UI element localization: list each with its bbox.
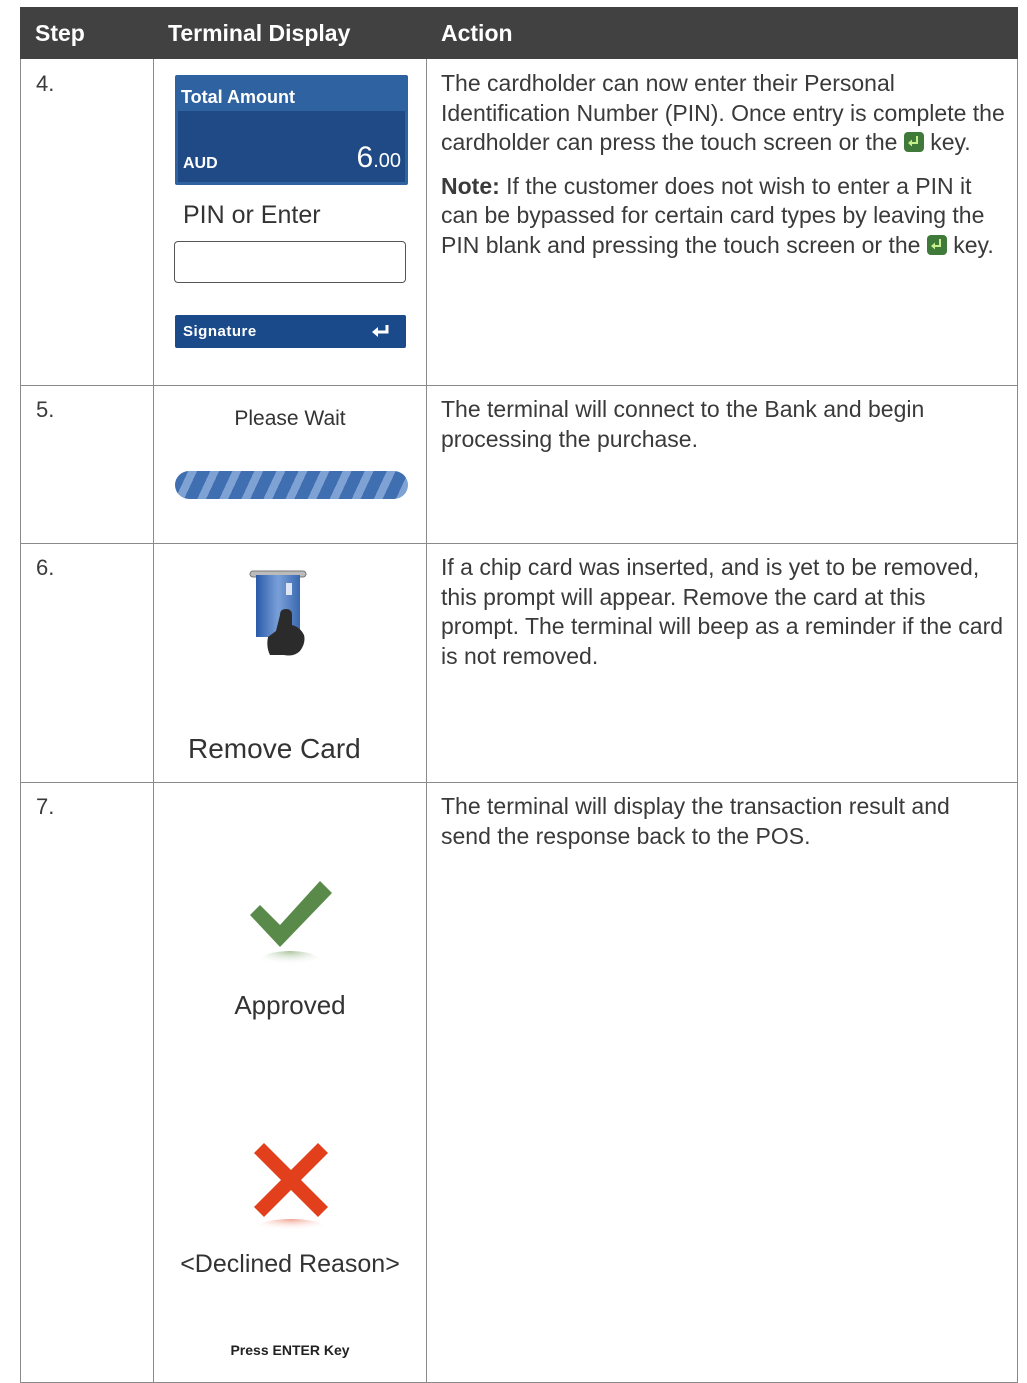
table-row-step-5: 5. Please Wait The terminal will connect… (20, 385, 1018, 544)
table-row-step-6: 6. Remove Card If a chip card was insert… (20, 543, 1018, 783)
progress-bar (175, 471, 408, 499)
step-number: 4. (36, 71, 55, 96)
step-number: 5. (36, 397, 55, 422)
action-text: If a chip card was inserted, and is yet … (441, 554, 1004, 669)
remove-card-icon (249, 570, 307, 656)
enter-arrow-icon (372, 325, 389, 337)
step-cell: 4. (21, 59, 154, 385)
terminal-display-cell: Total Amount AUD 6.00 PIN or Enter Signa… (154, 59, 427, 385)
action-text: The terminal will display the transactio… (441, 793, 950, 849)
enter-key-icon (926, 234, 947, 255)
step-cell: 6. (21, 543, 154, 782)
table-row-step-7: 7. Approved <Declined Reason> Press ENTE… (20, 782, 1018, 1383)
currency-label: AUD (183, 155, 218, 172)
step-cell: 7. (21, 782, 154, 1382)
signature-button[interactable]: Signature (175, 315, 406, 348)
pin-input[interactable] (174, 241, 406, 283)
terminal-display-cell: Approved <Declined Reason> Press ENTER K… (154, 782, 427, 1382)
table-header: Step Terminal Display Action (20, 7, 1018, 59)
action-text: The cardholder can now enter their Perso… (441, 69, 1006, 274)
enter-key-icon (903, 132, 924, 152)
terminal-display-cell: Please Wait (154, 385, 427, 543)
step-number: 6. (36, 555, 55, 580)
approved-label: Approved (234, 990, 346, 1020)
header-terminal-display: Terminal Display (168, 20, 351, 46)
action-cell: The terminal will connect to the Bank an… (427, 385, 1017, 543)
action-text: The terminal will connect to the Bank an… (441, 396, 925, 452)
note-paragraph: Note: If the customer does not wish to e… (441, 172, 994, 258)
step-cell: 5. (21, 385, 154, 543)
step-number: 7. (36, 794, 55, 819)
total-amount-label: Total Amount (181, 87, 295, 107)
action-cell: The terminal will display the transactio… (427, 782, 1017, 1382)
terminal-display-cell: Remove Card (154, 543, 427, 782)
pin-prompt: PIN or Enter (183, 201, 321, 229)
header-action: Action (441, 20, 513, 46)
action-paragraph: The cardholder can now enter their Perso… (441, 70, 1005, 155)
signature-button-label: Signature (183, 323, 257, 340)
table-row-step-4: 4. Total Amount AUD 6.00 PIN or Enter Si… (20, 59, 1018, 386)
declined-reason-label: <Declined Reason> (180, 1250, 400, 1278)
total-amount-panel: Total Amount AUD 6.00 (175, 75, 408, 185)
action-cell: The cardholder can now enter their Perso… (427, 59, 1017, 385)
press-enter-label: Press ENTER Key (230, 1342, 350, 1358)
red-cross-icon (254, 1143, 328, 1234)
action-cell: If a chip card was inserted, and is yet … (427, 543, 1017, 782)
green-check-icon (250, 881, 332, 971)
remove-card-label: Remove Card (188, 733, 361, 764)
amount-value: 6.00 (356, 141, 402, 174)
header-step: Step (35, 20, 85, 46)
please-wait-label: Please Wait (234, 407, 346, 430)
amount-display: AUD 6.00 (178, 111, 405, 182)
